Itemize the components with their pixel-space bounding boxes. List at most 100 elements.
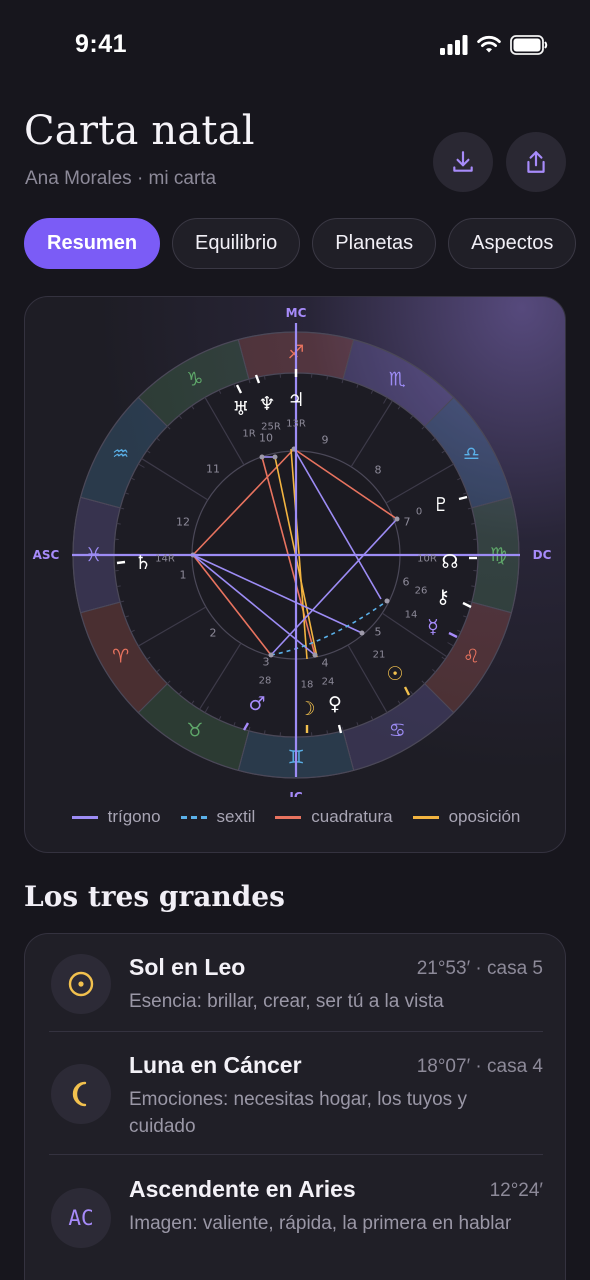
ic-label: IC <box>289 790 302 797</box>
moon-icon[interactable]: ☽ <box>298 698 315 720</box>
row-meta: 18°07′ · casa 4 <box>416 1056 543 1077</box>
mercury-icon[interactable]: ☿ <box>427 616 439 638</box>
tab-aspectos[interactable]: Aspectos <box>448 218 577 269</box>
tab-resumen[interactable]: Resumen <box>24 218 161 269</box>
natal-chart-wheel[interactable]: 123 456789101112 ♈♉ ♋♌♍♎♏♑♒♓ MC IC ASC D… <box>25 297 566 797</box>
sun-icon <box>51 954 111 1014</box>
legend-item-cuadratura: cuadratura <box>275 807 393 827</box>
signal-icon <box>440 35 468 55</box>
download-icon <box>453 151 473 172</box>
chiron-degree: 26 <box>415 586 428 597</box>
planet-tick <box>116 560 126 565</box>
legend-item-trigono: trígono <box>71 807 161 827</box>
aspect-legend: trígono sextil cuadratura oposición <box>25 807 565 827</box>
house-number: 1 <box>180 569 187 582</box>
big-three-card: Sol en Leo 21°53′ · casa 5 Esencia: bril… <box>24 933 566 1280</box>
legend-label: cuadratura <box>311 807 393 826</box>
moon-degree: 18 <box>301 680 314 691</box>
divider <box>49 1154 543 1155</box>
venus-degree: 24 <box>322 677 335 688</box>
degree-tick <box>326 730 329 735</box>
degree-tick <box>116 522 121 525</box>
house-number: 8 <box>375 464 382 477</box>
tab-equilibrio[interactable]: Equilibrio <box>172 218 301 269</box>
list-item-ascendant[interactable]: AC Ascendente en Aries 12°24′ Imagen: va… <box>49 1176 543 1276</box>
house-number: 2 <box>210 627 217 640</box>
aspect-point <box>272 454 278 460</box>
sun-icon[interactable]: ☉ <box>386 663 403 685</box>
house-number: 10 <box>259 432 273 445</box>
asc-label: ASC <box>33 548 60 562</box>
degree-tick <box>326 375 329 380</box>
divider <box>49 1031 543 1032</box>
venus-icon[interactable]: ♀ <box>328 693 342 715</box>
chiron-icon[interactable]: ⚷ <box>436 586 450 608</box>
uranus-icon[interactable]: ♅ <box>232 398 249 420</box>
mars-degree: 28 <box>259 676 272 687</box>
legend-label: trígono <box>107 807 161 826</box>
list-item-sun[interactable]: Sol en Leo 21°53′ · casa 5 Esencia: bril… <box>49 954 543 1036</box>
north-node-icon[interactable]: ☊ <box>442 551 459 573</box>
dc-label: DC <box>533 548 552 562</box>
row-meta: 21°53′ · casa 5 <box>416 958 543 979</box>
aspect-point <box>394 516 400 522</box>
house-number: 4 <box>322 657 329 670</box>
legend-item-oposicion: oposición <box>412 807 521 827</box>
saturn-icon[interactable]: ♄ <box>134 552 151 574</box>
page-title: Carta natal <box>24 108 255 154</box>
page-subtitle: Ana Morales · mi carta <box>25 168 217 189</box>
aspect-point <box>384 598 390 604</box>
moon-icon <box>51 1064 111 1124</box>
status-icons <box>440 33 548 57</box>
aspect-point <box>268 652 274 658</box>
degree-tick <box>471 585 476 588</box>
row-title: Ascendente en Aries <box>129 1176 356 1202</box>
mars-icon[interactable]: ♂ <box>248 693 265 715</box>
degree-tick <box>116 585 121 588</box>
list-item-moon[interactable]: Luna en Cáncer 18°07′ · casa 4 Emociones… <box>49 1052 543 1162</box>
jupiter-icon[interactable]: ♃ <box>287 389 304 411</box>
house-number: 3 <box>263 656 270 669</box>
pluto-icon[interactable]: ♇ <box>432 494 449 516</box>
download-button[interactable] <box>433 132 493 192</box>
house-number: 9 <box>322 434 329 447</box>
mc-label: MC <box>286 306 307 320</box>
house-number: 6 <box>403 576 410 589</box>
wifi-icon <box>477 35 501 53</box>
row-desc: Esencia: brillar, crear, ser tú a la vis… <box>129 991 444 1012</box>
sign-glyph-leo: ♌ <box>463 645 480 667</box>
aspect-point <box>312 652 318 658</box>
sign-glyph-scorpio: ♏ <box>389 369 406 391</box>
sign-glyph-cancer: ♋ <box>389 719 406 741</box>
degree-tick <box>471 522 476 525</box>
legend-label: oposición <box>448 807 521 826</box>
mercury-degree: 14 <box>405 610 418 621</box>
section-title-big-three: Los tres grandes <box>24 880 285 913</box>
natal-chart-card: 1 2 3 4 5 6 7 8 9 10 11 12 ♈ ♉ ♋ ♌ ♍ ♎ ♏… <box>24 296 566 853</box>
tab-planetas[interactable]: Planetas <box>312 218 437 269</box>
status-bar: 9:41 <box>0 0 590 90</box>
share-button[interactable] <box>506 132 566 192</box>
row-desc: Emociones: necesitas hogar, los tuyos y … <box>129 1089 467 1137</box>
legend-label: sextil <box>216 807 256 826</box>
legend-line-sextil <box>180 815 207 819</box>
legend-line-trigono <box>71 815 98 819</box>
ascendant-icon: AC <box>51 1188 111 1248</box>
neptune-degree: 25R <box>261 422 281 433</box>
row-meta: 12°24′ <box>489 1180 543 1201</box>
tab-bar: Resumen Equilibrio Planetas Aspectos <box>24 218 577 270</box>
legend-line-cuadratura <box>275 815 302 819</box>
legend-item-sextil: sextil <box>180 807 256 827</box>
uranus-degree: 1R <box>242 429 255 440</box>
pluto-degree: 0 <box>416 507 422 518</box>
house-number: 7 <box>404 516 411 529</box>
row-title: Sol en Leo <box>129 954 246 980</box>
neptune-icon[interactable]: ♆ <box>258 393 275 415</box>
ascendant-glyph: AC <box>68 1206 94 1230</box>
saturn-degree: 14R <box>155 554 175 565</box>
share-icon <box>527 151 545 173</box>
house-number: 5 <box>375 626 382 639</box>
jupiter-degree: 13R <box>286 419 306 430</box>
sign-glyph-taurus: ♉ <box>186 719 203 741</box>
aspect-point <box>259 454 265 460</box>
